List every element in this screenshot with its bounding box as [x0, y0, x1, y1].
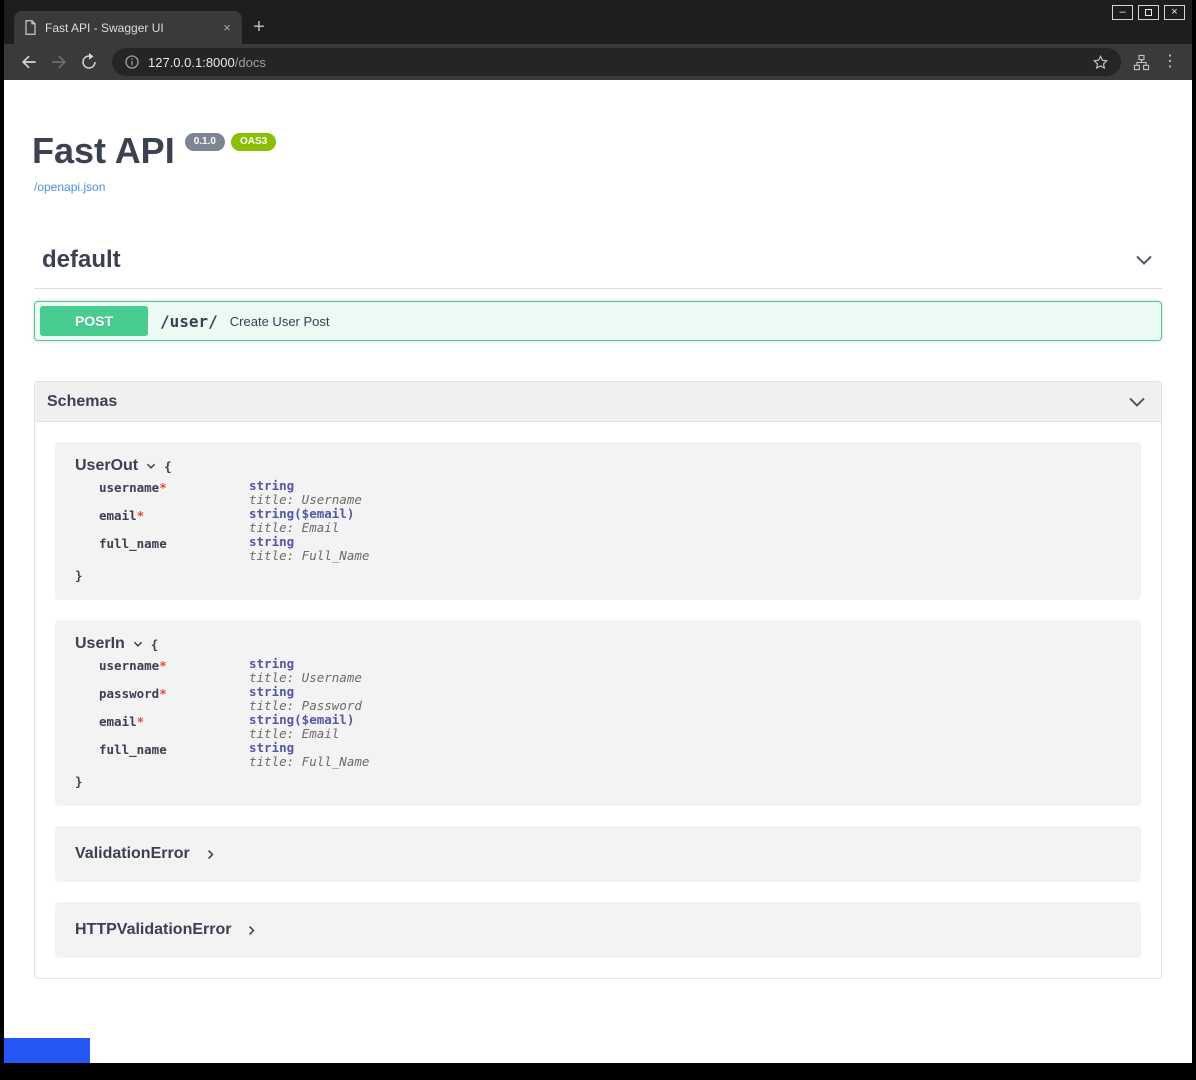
required-star: *: [137, 714, 145, 729]
chevron-down-icon: [1134, 250, 1154, 270]
default-section-header[interactable]: default: [34, 246, 1162, 289]
property-title: title: Full_Name: [249, 549, 369, 563]
property-row: email* string($email)title: Email: [99, 507, 1121, 535]
property-type: string: [249, 479, 362, 493]
version-badge: 0.1.0: [185, 133, 225, 151]
model-userout: UserOut { username* stringtitle: Usernam…: [55, 442, 1141, 600]
window-controls: – ×: [1112, 5, 1185, 20]
property-row: email* string($email)title: Email: [99, 713, 1121, 741]
bookmark-star-icon[interactable]: [1092, 54, 1109, 71]
model-name: UserIn: [75, 635, 125, 653]
tab-strip: Fast API - Swagger UI × +: [4, 0, 1192, 44]
model-properties: username* stringtitle: Username email* s…: [75, 475, 1121, 567]
page-icon: [24, 20, 37, 35]
openapi-json-link[interactable]: /openapi.json: [34, 180, 105, 194]
property-type: string: [249, 741, 369, 755]
close-brace: }: [75, 568, 83, 583]
model-collapse-icon: [145, 460, 157, 472]
status-bubble: [4, 1038, 90, 1063]
post-method-badge: POST: [40, 306, 148, 336]
browser-menu-icon[interactable]: ⋮: [1162, 54, 1178, 70]
chevron-down-icon: [1127, 392, 1147, 412]
new-tab-button[interactable]: +: [242, 11, 276, 44]
browser-toolbar: 127.0.0.1:8000/docs ⋮: [4, 44, 1192, 80]
browser-window: Fast API - Swagger UI × + – × 127.0.0.1:…: [4, 0, 1192, 1063]
property-name: email: [99, 508, 137, 523]
default-section-title: default: [42, 246, 121, 274]
endpoint-summary: Create User Post: [230, 314, 330, 329]
model-validationerror[interactable]: ValidationError: [55, 826, 1141, 882]
post-user-endpoint[interactable]: POST /user/ Create User Post: [34, 301, 1162, 341]
maximize-icon: [1145, 9, 1152, 16]
property-name: username: [99, 480, 159, 495]
tab-fast-api[interactable]: Fast API - Swagger UI ×: [14, 11, 242, 44]
url-path: /docs: [235, 55, 266, 70]
schemas-section-header[interactable]: Schemas: [35, 382, 1161, 422]
chevron-right-icon: [204, 848, 217, 861]
maximize-button[interactable]: [1138, 5, 1159, 20]
model-name: UserOut: [75, 457, 138, 475]
property-type: string($email): [249, 507, 354, 521]
property-title: title: Email: [249, 521, 354, 535]
endpoint-path: /user/: [160, 312, 218, 331]
model-userin-toggle[interactable]: UserIn {: [75, 635, 1121, 653]
required-star: *: [159, 686, 167, 701]
property-title: title: Email: [249, 727, 354, 741]
property-type: string: [249, 657, 362, 671]
property-row: username* stringtitle: Username: [99, 657, 1121, 685]
site-info-icon[interactable]: [124, 54, 140, 70]
model-httpvalidationerror[interactable]: HTTPValidationError: [55, 902, 1141, 958]
reload-button[interactable]: [74, 47, 104, 77]
property-name: username: [99, 658, 159, 673]
address-bar[interactable]: 127.0.0.1:8000/docs: [112, 48, 1121, 76]
api-title-row: Fast API 0.1.0 OAS3: [32, 130, 1164, 172]
model-properties: username* stringtitle: Username password…: [75, 653, 1121, 773]
toolbar-right-icons: ⋮: [1129, 54, 1182, 71]
chevron-right-icon: [245, 924, 258, 937]
tab-title: Fast API - Swagger UI: [45, 21, 210, 35]
required-star: *: [159, 480, 167, 495]
property-row: full_name stringtitle: Full_Name: [99, 535, 1121, 563]
open-brace: {: [151, 637, 159, 652]
api-title: Fast API: [32, 130, 175, 172]
api-info: Fast API 0.1.0 OAS3 /openapi.json: [4, 80, 1192, 196]
window-close-button[interactable]: ×: [1164, 5, 1185, 20]
property-row: full_name stringtitle: Full_Name: [99, 741, 1121, 769]
model-userin: UserIn { username* stringtitle: Username…: [55, 620, 1141, 806]
property-title: title: Password: [249, 699, 362, 713]
model-userout-toggle[interactable]: UserOut {: [75, 457, 1121, 475]
minimize-button[interactable]: –: [1112, 5, 1133, 20]
close-brace: }: [75, 774, 83, 789]
required-star: *: [137, 508, 145, 523]
back-button[interactable]: [14, 47, 44, 77]
tab-close-icon[interactable]: ×: [218, 19, 236, 37]
browser-titlebar: Fast API - Swagger UI × + – ×: [4, 0, 1192, 44]
open-brace: {: [164, 459, 172, 474]
property-row: username* stringtitle: Username: [99, 479, 1121, 507]
forward-button[interactable]: [44, 47, 74, 77]
property-name: full_name: [99, 742, 167, 757]
url-text[interactable]: 127.0.0.1:8000/docs: [148, 55, 1084, 70]
oas3-badge: OAS3: [231, 133, 276, 151]
property-row: password* stringtitle: Password: [99, 685, 1121, 713]
property-name: full_name: [99, 536, 167, 551]
property-type: string: [249, 685, 362, 699]
schemas-title: Schemas: [47, 393, 117, 411]
property-name: password: [99, 686, 159, 701]
property-title: title: Username: [249, 671, 362, 685]
model-collapse-icon: [132, 638, 144, 650]
property-type: string($email): [249, 713, 354, 727]
extensions-icon[interactable]: [1133, 54, 1150, 71]
swagger-page: Fast API 0.1.0 OAS3 /openapi.json defaul…: [4, 80, 1192, 1063]
property-title: title: Username: [249, 493, 362, 507]
property-type: string: [249, 535, 369, 549]
model-name: HTTPValidationError: [75, 921, 231, 939]
property-title: title: Full_Name: [249, 755, 369, 769]
schemas-section: Schemas UserOut { username* stri: [34, 381, 1162, 979]
url-host: 127.0.0.1:8000: [148, 55, 235, 70]
property-name: email: [99, 714, 137, 729]
model-name: ValidationError: [75, 845, 190, 863]
required-star: *: [159, 658, 167, 673]
